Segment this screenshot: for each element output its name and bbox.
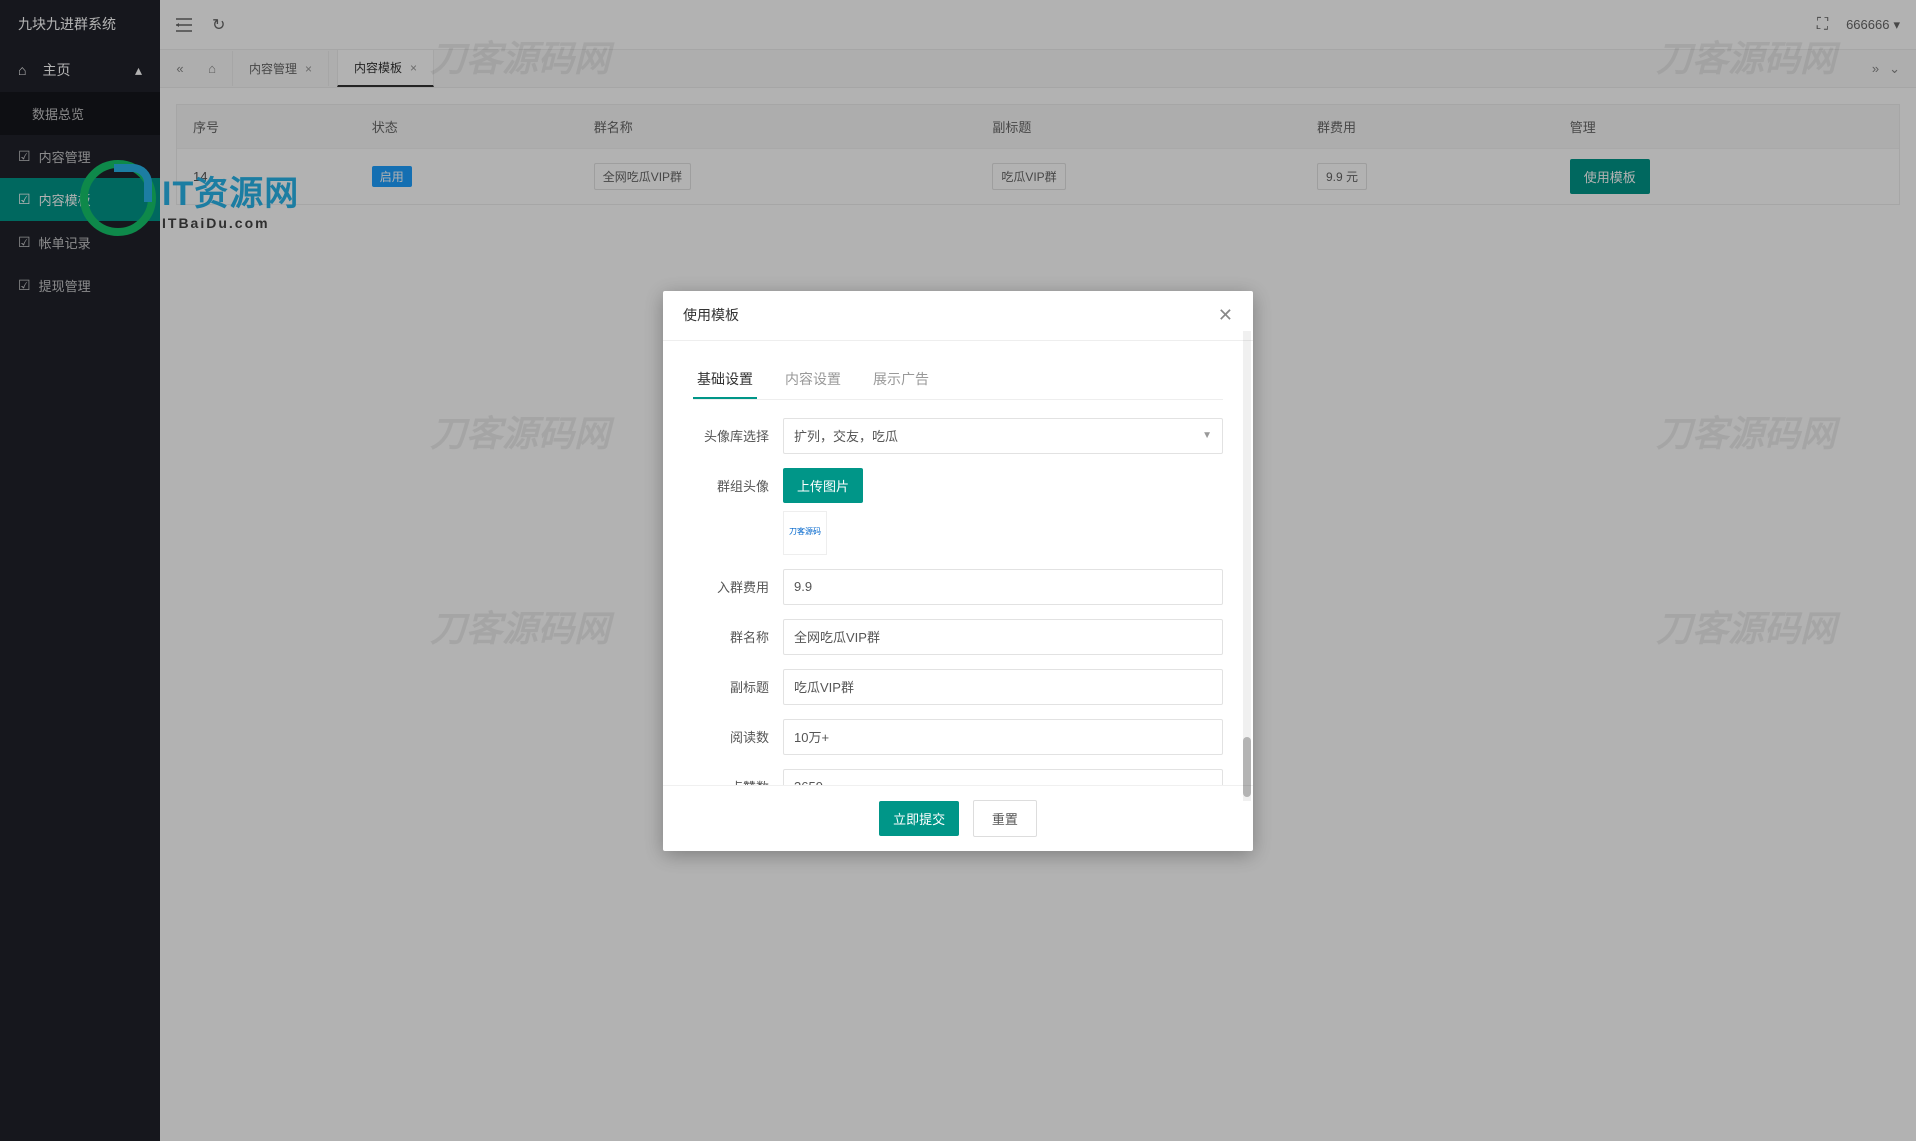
avatar-preview: 刀客源码 — [783, 511, 827, 555]
likes-label: 点赞数 — [693, 777, 783, 785]
preview-text: 刀客源码 — [789, 528, 821, 537]
group-avatar-label: 群组头像 — [693, 468, 783, 495]
scrollbar-thumb[interactable] — [1243, 737, 1251, 797]
reads-label: 阅读数 — [693, 727, 783, 746]
modal-overlay: 使用模板 ✕ 基础设置 内容设置 展示广告 头像库选择 扩列，交友，吃瓜 ▼ 群… — [0, 0, 1916, 1141]
use-template-modal: 使用模板 ✕ 基础设置 内容设置 展示广告 头像库选择 扩列，交友，吃瓜 ▼ 群… — [663, 291, 1253, 851]
submit-button[interactable]: 立即提交 — [879, 801, 959, 836]
name-label: 群名称 — [693, 627, 783, 646]
modal-tab-basic[interactable]: 基础设置 — [693, 361, 757, 399]
fee-label: 入群费用 — [693, 577, 783, 596]
subtitle-label: 副标题 — [693, 677, 783, 696]
upload-image-button[interactable]: 上传图片 — [783, 468, 863, 503]
group-name-input[interactable] — [783, 619, 1223, 655]
avatar-lib-label: 头像库选择 — [693, 426, 783, 445]
select-value: 扩列，交友，吃瓜 — [794, 426, 898, 445]
fee-input[interactable] — [783, 569, 1223, 605]
likes-input[interactable] — [783, 769, 1223, 785]
modal-tab-content[interactable]: 内容设置 — [781, 361, 845, 399]
avatar-lib-select[interactable]: 扩列，交友，吃瓜 ▼ — [783, 418, 1223, 454]
modal-tab-ads[interactable]: 展示广告 — [869, 361, 933, 399]
close-icon[interactable]: ✕ — [1218, 305, 1233, 326]
chevron-down-icon: ▼ — [1202, 430, 1212, 441]
reset-button[interactable]: 重置 — [973, 800, 1037, 837]
modal-scrollbar[interactable] — [1243, 331, 1251, 801]
modal-title: 使用模板 — [683, 305, 739, 325]
subtitle-input[interactable] — [783, 669, 1223, 705]
reads-input[interactable] — [783, 719, 1223, 755]
